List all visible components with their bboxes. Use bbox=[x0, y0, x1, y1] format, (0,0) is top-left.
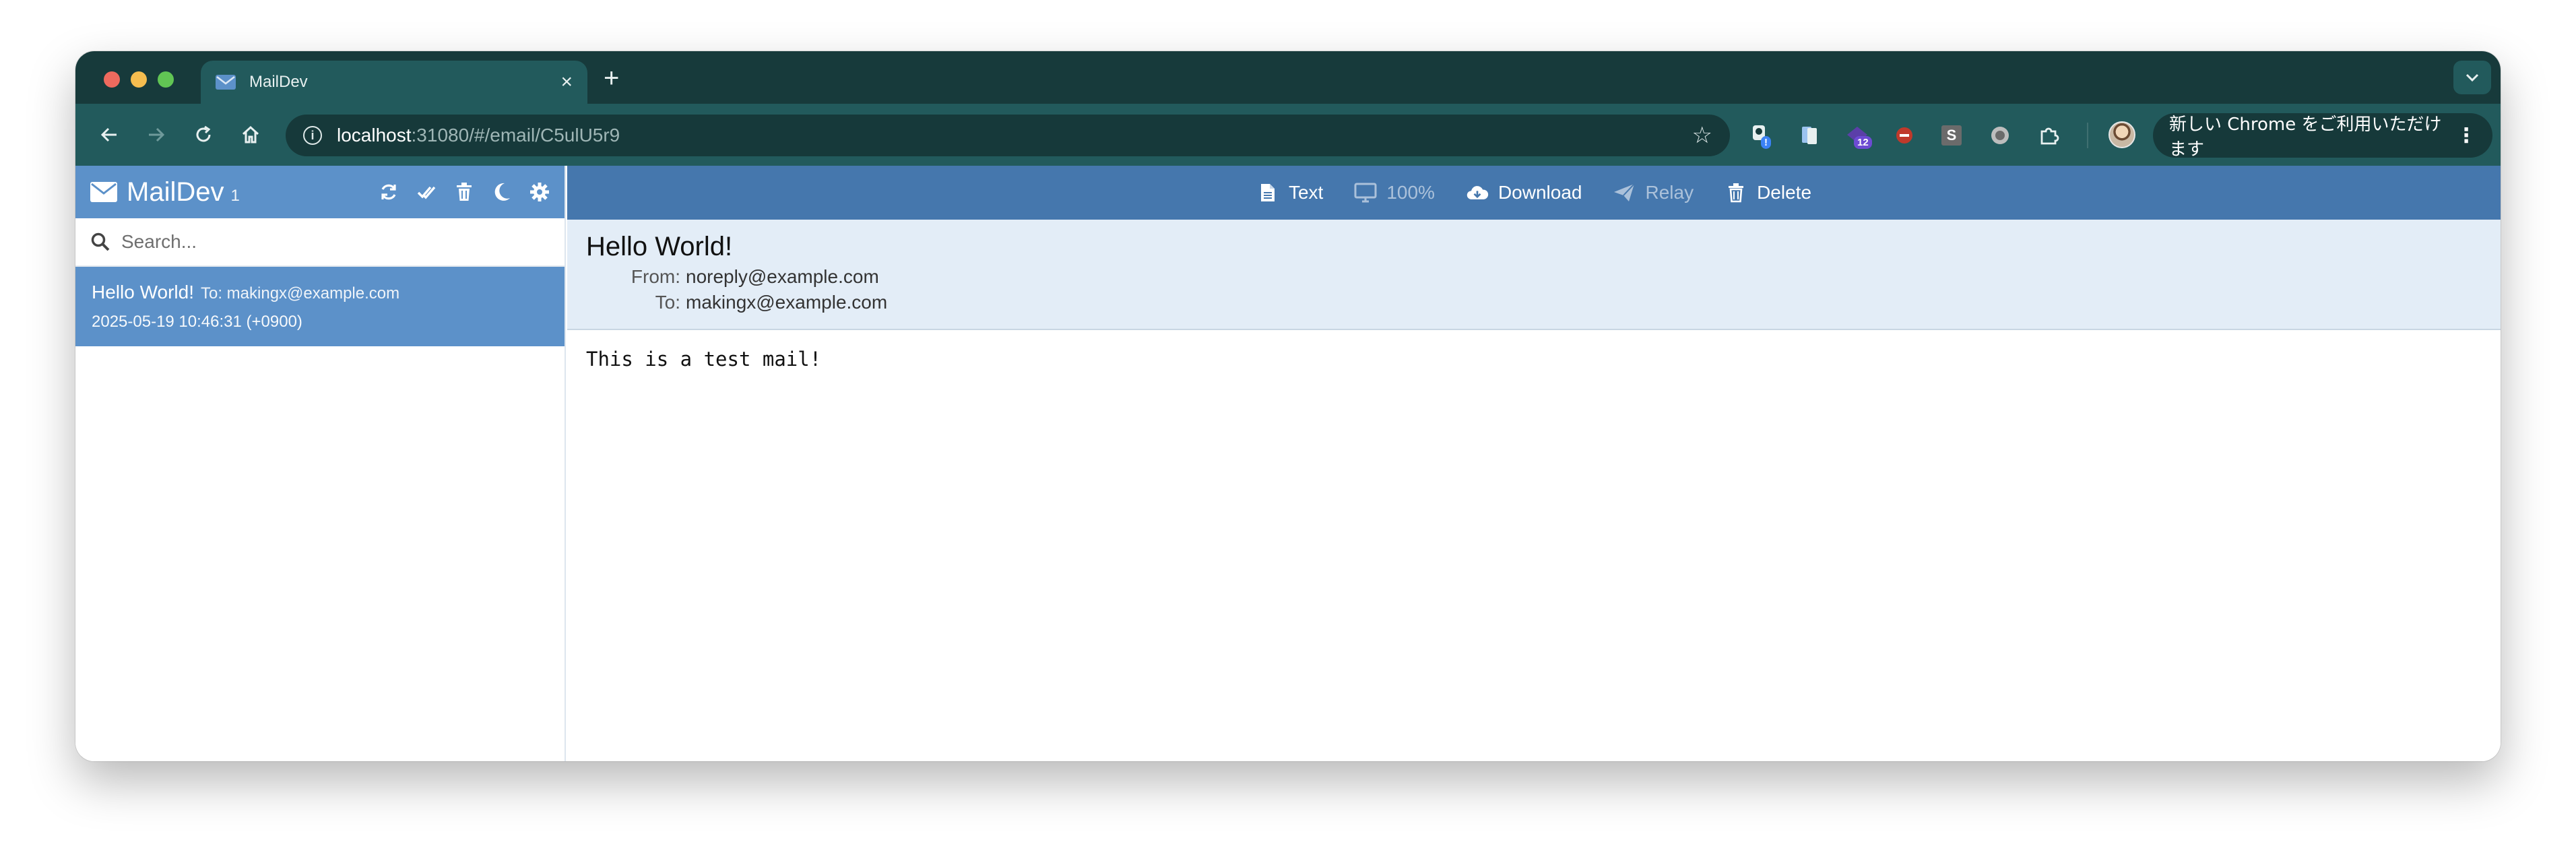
tab-maildev[interactable]: MailDev × bbox=[201, 61, 587, 104]
block-icon[interactable] bbox=[1893, 124, 1916, 147]
gear-icon[interactable] bbox=[529, 182, 550, 202]
arrow-left-icon bbox=[100, 127, 117, 142]
kebab-menu-icon[interactable]: ⋮ bbox=[2456, 124, 2476, 148]
maximize-window-button[interactable] bbox=[158, 71, 174, 88]
mark-all-read-icon[interactable] bbox=[416, 182, 437, 202]
list-item[interactable]: Hello World! To: makingx@example.com 202… bbox=[75, 267, 565, 346]
extension-badge-icon[interactable]: ! bbox=[1750, 124, 1773, 149]
delete-label: Delete bbox=[1757, 182, 1812, 203]
search-input[interactable] bbox=[121, 231, 525, 253]
sidebar: MailDev 1 Search... Hello World! To: mak… bbox=[75, 166, 566, 761]
ext-purple-icon[interactable]: 12 bbox=[1846, 124, 1872, 149]
close-window-button[interactable] bbox=[104, 71, 120, 88]
cloud-download-icon bbox=[1466, 183, 1489, 203]
email-body: This is a test mail! bbox=[586, 348, 822, 371]
reload-icon bbox=[196, 125, 211, 142]
site-info-icon[interactable]: i bbox=[303, 126, 322, 145]
tab-search-button[interactable] bbox=[2453, 61, 2491, 94]
url-text: localhost:31080/#/email/C5ulU5r9 bbox=[337, 125, 620, 146]
zoom-label: 100% bbox=[1386, 182, 1435, 203]
trash-icon[interactable] bbox=[454, 182, 474, 202]
tab-title: MailDev bbox=[249, 73, 308, 91]
from-row: From: noreply@example.com bbox=[586, 266, 2482, 288]
trash-icon bbox=[1725, 183, 1747, 203]
search-icon bbox=[91, 232, 110, 251]
reload-button[interactable] bbox=[190, 121, 217, 148]
envelope-icon bbox=[216, 75, 236, 90]
s-ext-label: S bbox=[1941, 125, 1962, 146]
chrome-update-label: 新しい Chrome をご利用いただけます bbox=[2169, 115, 2442, 160]
paper-plane-icon bbox=[1613, 183, 1636, 203]
close-tab-icon[interactable]: × bbox=[560, 72, 573, 92]
refresh-icon[interactable] bbox=[379, 182, 399, 202]
forward-button[interactable] bbox=[143, 121, 170, 148]
tab-strip: MailDev × + bbox=[75, 51, 2501, 104]
email-view: Text 100% Download Relay Delete Hello Wo… bbox=[567, 166, 2501, 761]
back-button[interactable] bbox=[96, 121, 123, 148]
circle-ext-icon[interactable] bbox=[1989, 124, 2011, 147]
bookmark-ext-icon[interactable] bbox=[1799, 124, 1822, 147]
minimize-window-button[interactable] bbox=[131, 71, 147, 88]
email-recipient: To: makingx@example.com bbox=[200, 284, 400, 302]
envelope-icon bbox=[90, 182, 117, 202]
moon-icon[interactable] bbox=[492, 182, 512, 202]
text-view-label: Text bbox=[1288, 182, 1324, 203]
sidebar-actions bbox=[379, 182, 550, 202]
browser-toolbar: i localhost:31080/#/email/C5ulU5r9 ☆ ! 1… bbox=[75, 104, 2501, 166]
to-address: makingx@example.com bbox=[686, 292, 888, 313]
brand-name: MailDev bbox=[127, 177, 224, 207]
email-toolbar: Text 100% Download Relay Delete bbox=[567, 166, 2501, 220]
email-subject: Hello World! bbox=[92, 282, 194, 302]
text-view-button[interactable]: Text bbox=[1256, 182, 1323, 203]
address-bar[interactable]: i localhost:31080/#/email/C5ulU5r9 ☆ bbox=[286, 115, 1730, 156]
profile-avatar[interactable] bbox=[2108, 121, 2135, 148]
relay-label: Relay bbox=[1645, 182, 1694, 203]
maildev-app: MailDev 1 Search... Hello World! To: mak… bbox=[75, 166, 2501, 761]
browser-window: MailDev × + i localhost:31080/#/email/C5… bbox=[75, 51, 2501, 761]
monitor-icon bbox=[1354, 183, 1377, 203]
email-header: Hello World! From: noreply@example.com T… bbox=[567, 220, 2501, 330]
chrome-update-button[interactable]: 新しい Chrome をご利用いただけます ⋮ bbox=[2153, 113, 2492, 160]
puzzle-icon[interactable] bbox=[2037, 124, 2060, 147]
download-button[interactable]: Download bbox=[1466, 182, 1582, 203]
new-tab-button[interactable]: + bbox=[604, 65, 619, 92]
search-bar bbox=[75, 218, 565, 267]
s-ext-icon[interactable]: S bbox=[1940, 124, 1963, 147]
file-text-icon bbox=[1256, 183, 1279, 203]
relay-button[interactable]: Relay bbox=[1613, 182, 1694, 203]
bookmark-star-icon[interactable]: ☆ bbox=[1692, 124, 1712, 147]
email-date: 2025-05-19 10:46:31 (+0900) bbox=[92, 313, 302, 331]
zoom-button[interactable]: 100% bbox=[1354, 182, 1435, 203]
unread-count: 1 bbox=[230, 187, 240, 205]
arrow-right-icon bbox=[149, 127, 165, 142]
download-label: Download bbox=[1498, 182, 1582, 203]
home-button[interactable] bbox=[237, 121, 264, 148]
from-address: noreply@example.com bbox=[686, 266, 879, 287]
to-row: To: makingx@example.com bbox=[586, 292, 2482, 313]
toolbar-separator bbox=[2087, 123, 2088, 148]
email-title: Hello World! bbox=[586, 232, 733, 261]
sidebar-header: MailDev 1 bbox=[75, 166, 565, 218]
home-icon bbox=[242, 125, 259, 144]
from-label: From: bbox=[631, 266, 680, 287]
delete-button[interactable]: Delete bbox=[1725, 182, 1811, 203]
to-label: To: bbox=[655, 292, 680, 313]
chevron-down-icon bbox=[2466, 73, 2479, 82]
